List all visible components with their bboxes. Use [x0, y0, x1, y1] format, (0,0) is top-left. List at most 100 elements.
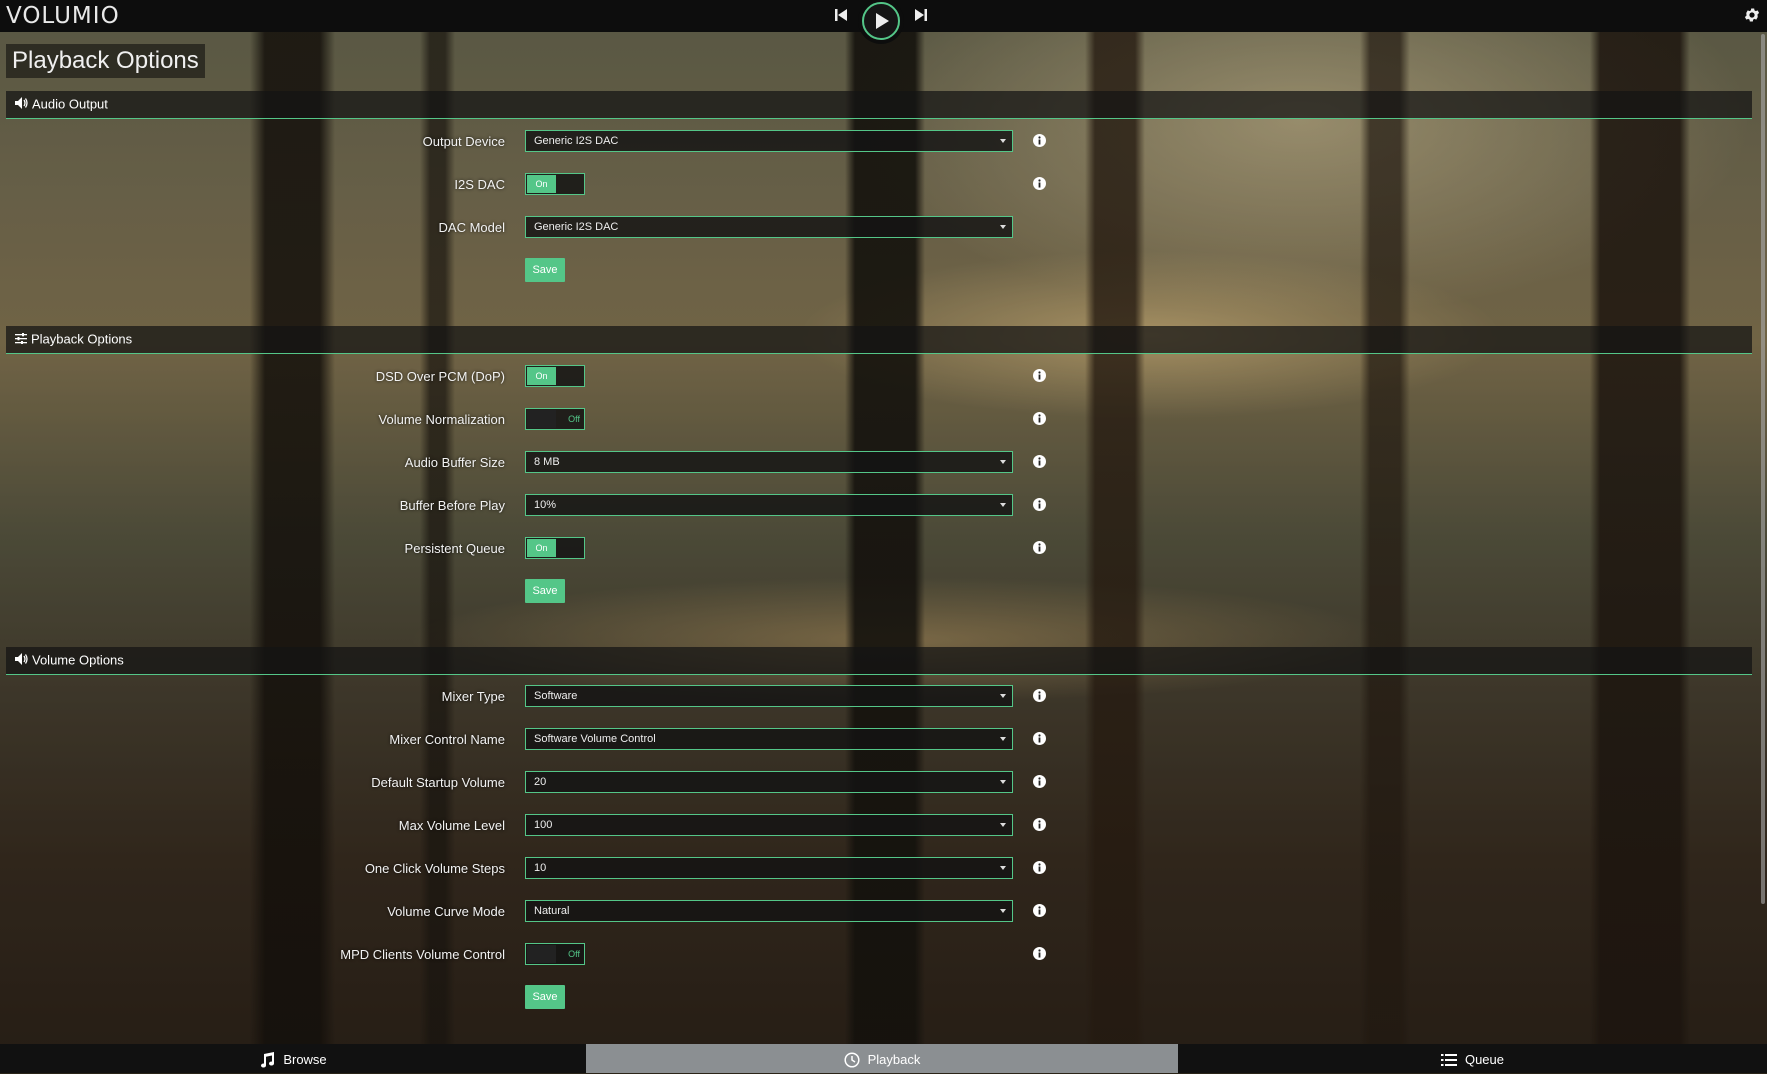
- field-label: Audio Buffer Size: [404, 455, 505, 470]
- buffer-before-play-select[interactable]: 10%: [525, 494, 1013, 516]
- caret-down-icon: [1000, 866, 1006, 870]
- row-audio-buffer-size: Audio Buffer Size 8 MB: [0, 451, 1767, 475]
- volume-curve-mode-select[interactable]: Natural: [525, 900, 1013, 922]
- default-startup-volume-select[interactable]: 20: [525, 771, 1013, 793]
- dac-model-select[interactable]: Generic I2S DAC: [525, 216, 1013, 238]
- info-icon[interactable]: [1033, 689, 1046, 702]
- info-icon[interactable]: [1033, 455, 1046, 468]
- play-button[interactable]: [862, 2, 900, 40]
- bottom-nav: Browse Playback Queue: [0, 1044, 1767, 1073]
- field-label: Volume Normalization: [378, 412, 505, 427]
- row-dac-model: DAC Model Generic I2S DAC: [0, 216, 1767, 240]
- select-value: 20: [534, 776, 547, 788]
- skip-next-icon[interactable]: [912, 6, 930, 24]
- row-dsd-over-pcm: DSD Over PCM (DoP) On: [0, 365, 1767, 389]
- speaker-icon: [15, 648, 28, 674]
- select-value: 8 MB: [534, 456, 560, 468]
- select-value: 10: [534, 862, 547, 874]
- music-note-icon: [261, 1051, 275, 1068]
- row-max-volume-level: Max Volume Level 100: [0, 814, 1767, 838]
- field-label: Buffer Before Play: [399, 498, 505, 513]
- page-title: Playback Options: [6, 44, 205, 78]
- caret-down-icon: [1000, 460, 1006, 464]
- field-label: Mixer Control Name: [389, 732, 505, 747]
- info-icon[interactable]: [1033, 369, 1046, 382]
- select-value: Generic I2S DAC: [534, 135, 619, 147]
- one-click-volume-steps-select[interactable]: 10: [525, 857, 1013, 879]
- clock-icon: [844, 1052, 860, 1068]
- row-i2s-dac: I2S DAC On: [0, 173, 1767, 197]
- nav-queue[interactable]: Queue: [1178, 1044, 1767, 1073]
- mpd-clients-volume-control-toggle[interactable]: Off: [525, 943, 585, 965]
- caret-down-icon: [1000, 225, 1006, 229]
- section-header-volume-options: Volume Options: [6, 647, 1752, 675]
- info-icon[interactable]: [1033, 498, 1046, 511]
- mixer-type-select[interactable]: Software: [525, 685, 1013, 707]
- row-default-startup-volume: Default Startup Volume 20: [0, 771, 1767, 795]
- caret-down-icon: [1000, 139, 1006, 143]
- info-icon[interactable]: [1033, 775, 1046, 788]
- max-volume-level-select[interactable]: 100: [525, 814, 1013, 836]
- save-button-volume-options[interactable]: Save: [525, 985, 565, 1009]
- row-mixer-type: Mixer Type Software: [0, 685, 1767, 709]
- toggle-on-label: On: [527, 539, 556, 557]
- i2s-dac-toggle[interactable]: On: [525, 173, 585, 195]
- save-button-playback-options[interactable]: Save: [525, 579, 565, 603]
- info-icon[interactable]: [1033, 541, 1046, 554]
- nav-browse[interactable]: Browse: [0, 1044, 586, 1073]
- field-label: Mixer Type: [441, 689, 505, 704]
- volume-normalization-toggle[interactable]: Off: [525, 408, 585, 430]
- output-device-select[interactable]: Generic I2S DAC: [525, 130, 1013, 152]
- nav-label: Queue: [1464, 1052, 1505, 1068]
- nav-playback[interactable]: Playback: [586, 1044, 1178, 1073]
- skip-previous-icon[interactable]: [832, 6, 850, 24]
- section-title: Playback Options: [31, 331, 133, 347]
- sliders-icon: [15, 327, 27, 353]
- info-icon[interactable]: [1033, 947, 1046, 960]
- field-label: Output Device: [422, 134, 505, 149]
- list-icon: [1440, 1053, 1457, 1066]
- info-icon[interactable]: [1033, 818, 1046, 831]
- save-button-audio-output[interactable]: Save: [525, 258, 565, 282]
- row-volume-normalization: Volume Normalization Off: [0, 408, 1767, 432]
- section-header-playback-options: Playback Options: [6, 326, 1752, 354]
- field-label: Volume Curve Mode: [387, 904, 505, 919]
- persistent-queue-toggle[interactable]: On: [525, 537, 585, 559]
- info-icon[interactable]: [1033, 412, 1046, 425]
- field-label: DAC Model: [438, 220, 505, 235]
- select-value: Natural: [534, 905, 570, 917]
- caret-down-icon: [1000, 780, 1006, 784]
- nav-label: Playback: [867, 1052, 921, 1068]
- row-mpd-clients-volume-control: MPD Clients Volume Control Off: [0, 943, 1767, 967]
- field-label: DSD Over PCM (DoP): [375, 369, 505, 384]
- toggle-off-label: Off: [568, 949, 580, 959]
- row-mixer-control-name: Mixer Control Name Software Volume Contr…: [0, 728, 1767, 752]
- dsd-over-pcm-toggle[interactable]: On: [525, 365, 585, 387]
- select-value: Generic I2S DAC: [534, 221, 619, 233]
- row-volume-curve-mode: Volume Curve Mode Natural: [0, 900, 1767, 924]
- field-label: Default Startup Volume: [371, 775, 505, 790]
- toggle-knob: [527, 945, 556, 963]
- caret-down-icon: [1000, 694, 1006, 698]
- mixer-control-name-select[interactable]: Software Volume Control: [525, 728, 1013, 750]
- caret-down-icon: [1000, 737, 1006, 741]
- toggle-on-label: On: [527, 175, 556, 193]
- info-icon[interactable]: [1033, 861, 1046, 874]
- info-icon[interactable]: [1033, 904, 1046, 917]
- row-one-click-volume-steps: One Click Volume Steps 10: [0, 857, 1767, 881]
- select-value: Software: [534, 690, 578, 702]
- select-value: Software Volume Control: [534, 733, 656, 745]
- info-icon[interactable]: [1033, 732, 1046, 745]
- info-icon[interactable]: [1033, 177, 1046, 190]
- info-icon[interactable]: [1033, 134, 1046, 147]
- scrollbar[interactable]: [1761, 34, 1765, 904]
- audio-buffer-size-select[interactable]: 8 MB: [525, 451, 1013, 473]
- speaker-icon: [15, 92, 28, 118]
- toggle-off-label: Off: [568, 414, 580, 424]
- select-value: 10%: [534, 499, 557, 511]
- select-value: 100: [534, 819, 553, 831]
- section-header-audio-output: Audio Output: [6, 91, 1752, 119]
- toggle-on-label: On: [527, 367, 556, 385]
- gear-icon[interactable]: [1743, 6, 1761, 24]
- top-bar: VOLUMIO: [0, 0, 1767, 44]
